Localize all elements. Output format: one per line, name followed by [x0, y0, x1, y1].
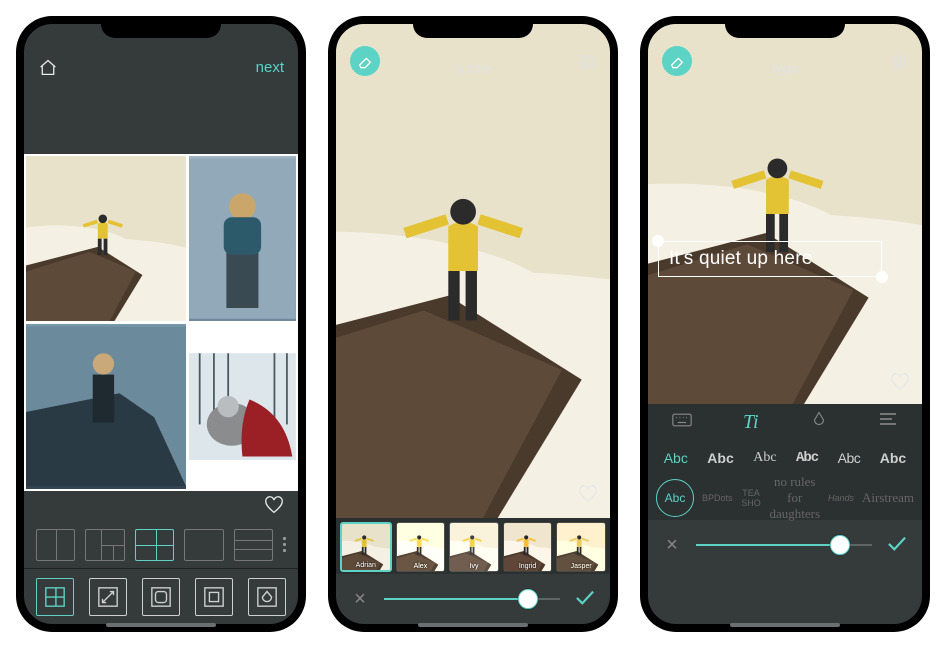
font-family-row: Abc BPDots TEA SHO no rules for daughter…: [648, 476, 922, 520]
border-tool[interactable]: [142, 578, 180, 616]
font-name-2[interactable]: TEA SHO: [741, 488, 762, 508]
layout-2col[interactable]: [36, 529, 75, 561]
keyboard-tab[interactable]: [662, 411, 702, 434]
resize-tool[interactable]: [89, 578, 127, 616]
resize-handle-tl[interactable]: [652, 235, 664, 247]
eraser-icon[interactable]: [350, 46, 380, 76]
font-name-1[interactable]: BPDots: [702, 493, 733, 503]
filter-thumb-4[interactable]: Ingrid: [503, 522, 553, 572]
compare-icon[interactable]: [890, 53, 908, 76]
layout-asym[interactable]: [85, 529, 124, 561]
eraser-icon[interactable]: [662, 46, 692, 76]
font-sample-1[interactable]: Abc: [664, 450, 688, 466]
collage-canvas[interactable]: [24, 154, 298, 491]
phone-mockup-2: subtle Adrian Alex Ivy Ingrid Jasper ×: [328, 16, 618, 632]
layout-single[interactable]: [184, 529, 223, 561]
home-indicator: [730, 623, 840, 627]
phone-mockup-3: type It's quiet up here Ti Abc Abc Abc A…: [640, 16, 930, 632]
font-tab[interactable]: Ti: [731, 411, 771, 434]
home-indicator: [418, 623, 528, 627]
color-tab[interactable]: [799, 411, 839, 434]
heart-icon[interactable]: [264, 496, 284, 519]
screen-title: type: [772, 60, 798, 76]
compare-icon[interactable]: [578, 53, 596, 76]
align-tab[interactable]: [868, 411, 908, 434]
next-button[interactable]: next: [256, 59, 284, 76]
intensity-slider[interactable]: [696, 544, 872, 546]
font-sample-3[interactable]: Abc: [753, 450, 776, 466]
check-icon[interactable]: [886, 534, 908, 557]
text-overlay[interactable]: It's quiet up here: [658, 241, 882, 277]
heart-icon[interactable]: [578, 485, 598, 508]
collage-cell-3[interactable]: [26, 324, 186, 489]
font-sample-5[interactable]: Abc: [838, 450, 861, 466]
filter-thumb-5[interactable]: Jasper: [556, 522, 606, 572]
font-name-5[interactable]: Airstream: [862, 490, 914, 506]
text-tool-tabs: Ti: [648, 404, 922, 440]
filter-thumbnails: Adrian Alex Ivy Ingrid Jasper: [336, 518, 610, 574]
layout-picker: [24, 525, 298, 565]
font-sample-4[interactable]: Abc: [796, 450, 818, 466]
filter-thumb-2[interactable]: Alex: [396, 522, 446, 572]
bottom-toolbar: [24, 568, 298, 624]
check-icon[interactable]: [574, 588, 596, 611]
font-sample-2[interactable]: Abc: [707, 450, 733, 466]
font-selected-chip[interactable]: Abc: [656, 479, 694, 517]
home-indicator: [106, 623, 216, 627]
overlay-text: It's quiet up here: [669, 248, 812, 269]
resize-handle-br[interactable]: [876, 271, 888, 283]
notch: [101, 16, 221, 38]
collage-cell-1[interactable]: [26, 156, 186, 321]
layout-grid[interactable]: [135, 529, 174, 561]
more-layouts-icon[interactable]: [283, 537, 286, 552]
heart-icon[interactable]: [890, 373, 910, 396]
phone-mockup-1: next: [16, 16, 306, 632]
filter-thumb-1[interactable]: Adrian: [340, 522, 392, 572]
font-sample-6[interactable]: Abc: [880, 450, 906, 466]
spacing-tool[interactable]: [195, 578, 233, 616]
font-name-3[interactable]: no rules for daughters: [769, 474, 820, 522]
intensity-slider[interactable]: [384, 598, 560, 600]
collage-cell-2[interactable]: [189, 156, 296, 321]
close-icon[interactable]: ×: [662, 534, 682, 557]
filter-thumb-3[interactable]: Ivy: [449, 522, 499, 572]
collage-tool[interactable]: [36, 578, 74, 616]
close-icon[interactable]: ×: [350, 588, 370, 611]
collage-cell-4[interactable]: [189, 324, 296, 489]
layout-3row[interactable]: [234, 529, 273, 561]
photo-canvas[interactable]: subtle: [336, 24, 610, 518]
screen-title: subtle: [454, 60, 491, 76]
font-style-row: Abc Abc Abc Abc Abc Abc: [648, 440, 922, 476]
font-name-4[interactable]: Hands: [828, 493, 854, 503]
background-tool[interactable]: [248, 578, 286, 616]
photo-canvas[interactable]: type It's quiet up here: [648, 24, 922, 404]
home-icon[interactable]: [38, 58, 58, 76]
notch: [725, 16, 845, 38]
notch: [413, 16, 533, 38]
